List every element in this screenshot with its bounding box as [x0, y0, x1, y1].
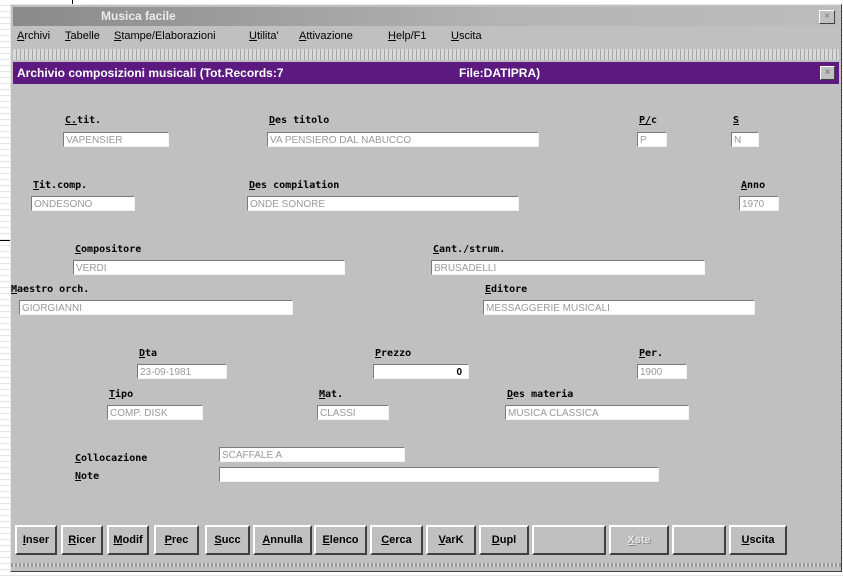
empty-button-2[interactable] — [672, 525, 726, 555]
label-des-materia: Des materia — [507, 389, 574, 400]
field-prezzo[interactable]: 0 — [373, 364, 469, 379]
field-mat[interactable]: CLASSI — [317, 405, 389, 420]
field-tit-comp[interactable]: ONDESONO — [31, 196, 135, 211]
menu-attivazione[interactable]: Attivazione — [299, 30, 353, 42]
field-per[interactable]: 1900 — [637, 364, 687, 379]
label-anno: Anno — [741, 180, 766, 191]
form-file: File:DATIPRA) — [459, 66, 541, 80]
button-bar: Inser Ricer Modif Prec Succ Annulla Elen… — [13, 521, 839, 567]
xste-button[interactable]: Xste — [609, 525, 669, 555]
menu-bar: Archivi Tabelle Stampe/Elaborazioni Util… — [13, 28, 839, 46]
menu-help[interactable]: Help/F1 — [388, 30, 427, 42]
label-data: Dta — [139, 348, 158, 359]
title-bar: Musica facile × — [13, 7, 839, 26]
label-mat: Mat. — [319, 389, 344, 400]
field-compositore[interactable]: VERDI — [73, 260, 345, 275]
annulla-button[interactable]: Annulla — [253, 525, 312, 555]
main-window: Musica facile × Archivi Tabelle Stampe/E… — [10, 4, 842, 572]
cerca-button[interactable]: Cerca — [370, 525, 423, 555]
prec-button[interactable]: Prec — [154, 525, 199, 555]
window-title: Musica facile — [101, 9, 176, 23]
field-des-comp[interactable]: ONDE SONORE — [247, 196, 519, 211]
empty-button-1[interactable] — [532, 525, 606, 555]
label-cant-strum: Cant./strum. — [433, 244, 506, 255]
label-editore: Editore — [485, 284, 528, 295]
modif-button[interactable]: Modif — [107, 525, 149, 555]
menu-archivi[interactable]: Archivi — [17, 30, 50, 42]
form-close-button[interactable]: × — [820, 66, 835, 80]
form-title-bar: Archivio composizioni musicali (Tot.Reco… — [13, 62, 839, 84]
window-close-button[interactable]: × — [819, 10, 835, 24]
toolbar-separator — [13, 49, 839, 60]
label-note: Note — [75, 471, 100, 482]
label-prezzo: Prezzo — [375, 348, 412, 359]
label-per: Per. — [639, 348, 664, 359]
form-title: Archivio composizioni musicali (Tot.Reco… — [17, 66, 284, 80]
field-s[interactable]: N — [731, 132, 759, 147]
field-editore[interactable]: MESSAGGERIE MUSICALI — [483, 300, 755, 315]
label-s: S — [733, 115, 740, 126]
form-window: Archivio composizioni musicali (Tot.Reco… — [11, 62, 839, 518]
field-des-titolo[interactable]: VA PENSIERO DAL NABUCCO — [267, 132, 539, 147]
field-anno[interactable]: 1970 — [739, 196, 779, 211]
field-tipo[interactable]: COMP. DISK — [107, 405, 203, 420]
uscita-button[interactable]: Uscita — [729, 525, 787, 555]
field-cant-strum[interactable]: BRUSADELLI — [431, 260, 705, 275]
label-pc: P/c — [639, 115, 658, 126]
menu-uscita[interactable]: Uscita — [451, 30, 482, 42]
field-maestro[interactable]: GIORGIANNI — [19, 300, 293, 315]
label-tipo: Tipo — [109, 389, 134, 400]
inser-button[interactable]: Inser — [15, 525, 57, 555]
label-des-titolo: Des titolo — [269, 115, 330, 126]
field-cod-tit[interactable]: VAPENSIER — [63, 132, 169, 147]
menu-tabelle[interactable]: Tabelle — [65, 30, 100, 42]
vark-button[interactable]: VarK — [426, 525, 476, 555]
label-maestro: Maestro orch. — [11, 284, 90, 295]
elenco-button[interactable]: Elenco — [314, 525, 367, 555]
label-tit-comp: Tit.comp. — [33, 180, 88, 191]
label-compositore: Compositore — [75, 244, 142, 255]
succ-button[interactable]: Succ — [205, 525, 250, 555]
label-collocazione: Collocazione — [75, 453, 148, 464]
ricer-button[interactable]: Ricer — [61, 525, 103, 555]
menu-stampe[interactable]: Stampe/Elaborazioni — [114, 30, 216, 42]
field-pc[interactable]: P — [637, 132, 667, 147]
bottom-border — [11, 563, 841, 567]
field-collocazione[interactable]: SCAFFALE A — [219, 447, 405, 462]
dupl-button[interactable]: Dupl — [479, 525, 529, 555]
label-cod-tit: C.tit. — [65, 115, 102, 126]
menu-utilita[interactable]: Utilita' — [249, 30, 279, 42]
field-data[interactable]: 23-09-1981 — [137, 364, 227, 379]
label-des-comp: Des compilation — [249, 180, 340, 191]
field-des-materia[interactable]: MUSICA CLASSICA — [505, 405, 689, 420]
field-note[interactable] — [219, 467, 659, 482]
